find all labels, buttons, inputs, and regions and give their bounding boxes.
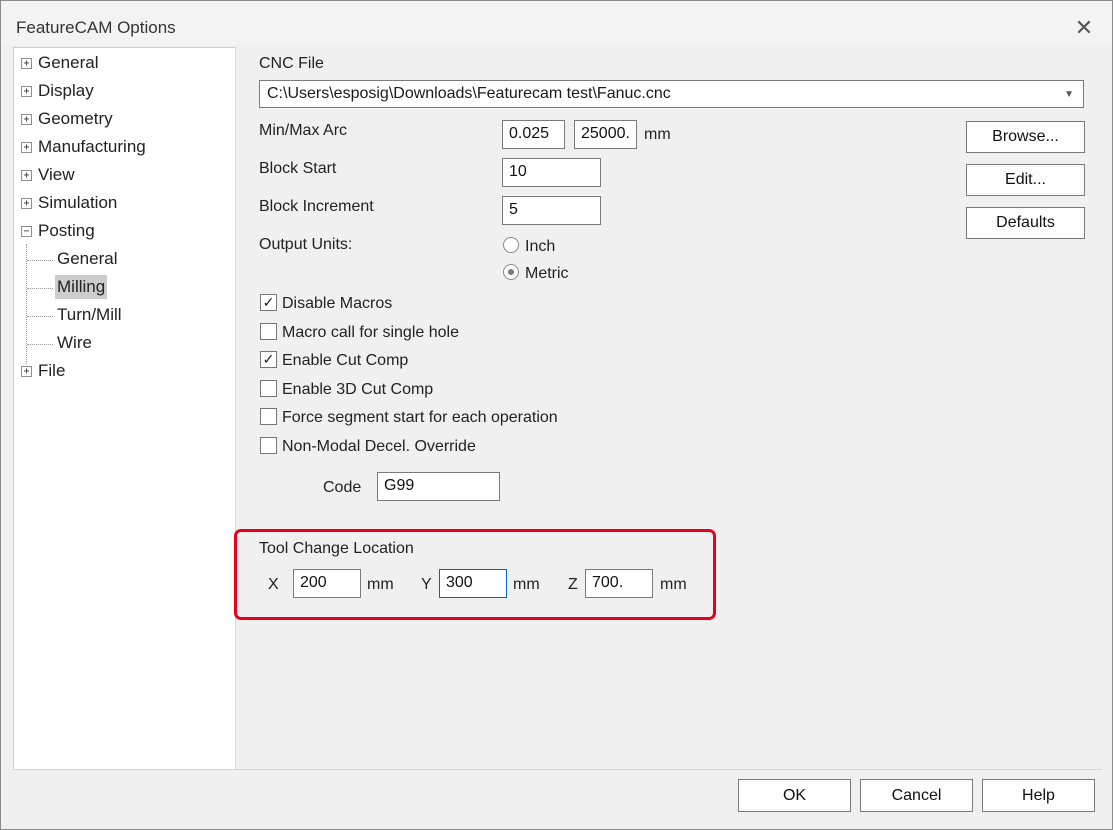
- collapse-icon[interactable]: −: [21, 226, 32, 237]
- code-field[interactable]: G99: [377, 472, 500, 501]
- ok-button[interactable]: OK: [738, 779, 851, 812]
- max-arc-field[interactable]: 25000.: [574, 120, 637, 149]
- enable-3d-cut-comp-label[interactable]: Enable 3D Cut Comp: [282, 381, 433, 399]
- checkbox-non-modal-decel[interactable]: [260, 437, 277, 454]
- highlight-annotation: [234, 529, 716, 620]
- cnc-file-combo[interactable]: C:\Users\esposig\Downloads\Featurecam te…: [259, 80, 1084, 108]
- options-dialog: FeatureCAM Options ✕ + General + Display…: [0, 0, 1113, 830]
- cancel-button[interactable]: Cancel: [860, 779, 973, 812]
- checkbox-enable-3d-cut-comp[interactable]: [260, 380, 277, 397]
- tree-connector: [27, 344, 53, 345]
- tree-item-geometry[interactable]: Geometry: [38, 107, 113, 131]
- title-bar: FeatureCAM Options ✕: [1, 1, 1112, 45]
- block-start-field[interactable]: 10: [502, 158, 601, 187]
- non-modal-decel-label[interactable]: Non-Modal Decel. Override: [282, 438, 476, 456]
- checkbox-enable-cut-comp[interactable]: ✓: [260, 351, 277, 368]
- block-increment-field[interactable]: 5: [502, 196, 601, 225]
- help-button[interactable]: Help: [982, 779, 1095, 812]
- expand-icon[interactable]: +: [21, 170, 32, 181]
- tree-item-view[interactable]: View: [38, 163, 75, 187]
- tree-item-general[interactable]: General: [38, 51, 98, 75]
- expand-icon[interactable]: +: [21, 86, 32, 97]
- expand-icon[interactable]: +: [21, 58, 32, 69]
- expand-icon[interactable]: +: [21, 366, 32, 377]
- tree-item-manufacturing[interactable]: Manufacturing: [38, 135, 146, 159]
- radio-inch[interactable]: [503, 237, 519, 253]
- tree-item-file[interactable]: File: [38, 359, 65, 383]
- radio-metric-label[interactable]: Metric: [525, 265, 569, 283]
- tree-item-milling[interactable]: Milling: [55, 275, 108, 299]
- edit-button[interactable]: Edit...: [966, 164, 1085, 196]
- macro-single-hole-label[interactable]: Macro call for single hole: [282, 324, 459, 342]
- tree-connector: [26, 244, 27, 364]
- expand-icon[interactable]: +: [21, 114, 32, 125]
- chevron-down-icon[interactable]: ▼: [1064, 82, 1074, 108]
- tree-connector: [27, 288, 53, 289]
- footer-divider: [13, 769, 1102, 770]
- expand-icon[interactable]: +: [21, 142, 32, 153]
- checkbox-macro-single-hole[interactable]: [260, 323, 277, 340]
- checkbox-disable-macros[interactable]: ✓: [260, 294, 277, 311]
- block-increment-label: Block Increment: [259, 198, 374, 215]
- block-start-label: Block Start: [259, 160, 337, 177]
- force-segment-start-label[interactable]: Force segment start for each operation: [282, 409, 558, 427]
- dialog-title: FeatureCAM Options: [16, 18, 176, 37]
- tree-item-wire[interactable]: Wire: [57, 331, 92, 355]
- tree-item-display[interactable]: Display: [38, 79, 94, 103]
- close-icon[interactable]: ✕: [1069, 13, 1099, 43]
- settings-pane: [235, 47, 1104, 768]
- expand-icon[interactable]: +: [21, 198, 32, 209]
- tree-connector: [27, 260, 53, 261]
- radio-inch-label[interactable]: Inch: [525, 238, 555, 256]
- options-tree: + General + Display + Geometry + Manufac…: [13, 47, 236, 770]
- arc-unit-label: mm: [644, 126, 671, 143]
- tree-item-posting-general[interactable]: General: [57, 247, 117, 271]
- cnc-file-label: CNC File: [259, 55, 324, 72]
- output-units-label: Output Units:: [259, 236, 353, 253]
- defaults-button[interactable]: Defaults: [966, 207, 1085, 239]
- tree-connector: [27, 316, 53, 317]
- tree-item-turn-mill[interactable]: Turn/Mill: [57, 303, 122, 327]
- radio-metric[interactable]: [503, 264, 519, 280]
- min-max-arc-label: Min/Max Arc: [259, 122, 348, 139]
- browse-button[interactable]: Browse...: [966, 121, 1085, 153]
- checkbox-force-segment-start[interactable]: [260, 408, 277, 425]
- cnc-file-value: C:\Users\esposig\Downloads\Featurecam te…: [267, 85, 671, 102]
- tree-item-simulation[interactable]: Simulation: [38, 191, 117, 215]
- min-arc-field[interactable]: 0.025: [502, 120, 565, 149]
- code-label: Code: [323, 479, 362, 496]
- tree-item-posting[interactable]: Posting: [38, 219, 95, 243]
- enable-cut-comp-label[interactable]: Enable Cut Comp: [282, 352, 408, 370]
- disable-macros-label[interactable]: Disable Macros: [282, 295, 392, 313]
